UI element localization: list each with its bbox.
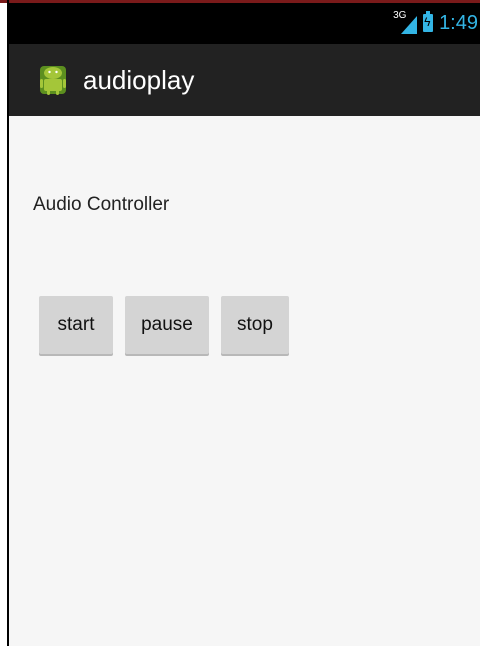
audio-controls: start pause stop bbox=[39, 296, 289, 354]
main-content: Audio Controller start pause stop bbox=[9, 116, 480, 646]
signal-icon: 3G bbox=[393, 10, 418, 34]
pause-button[interactable]: pause bbox=[125, 296, 209, 354]
stop-button[interactable]: stop bbox=[221, 296, 289, 354]
battery-icon bbox=[423, 11, 434, 32]
status-indicators: 3G 1:49 bbox=[393, 9, 478, 37]
android-robot-icon bbox=[35, 62, 71, 98]
status-bar: 3G 1:49 bbox=[9, 3, 480, 44]
start-button[interactable]: start bbox=[39, 296, 113, 354]
device-screen: 3G 1:49 audioplay Audio Controller bbox=[0, 0, 480, 646]
app-title: audioplay bbox=[83, 64, 195, 95]
signal-bars bbox=[401, 16, 418, 34]
clock: 1:49 bbox=[439, 11, 478, 34]
action-bar: audioplay bbox=[9, 44, 480, 116]
page-heading: Audio Controller bbox=[33, 194, 170, 215]
